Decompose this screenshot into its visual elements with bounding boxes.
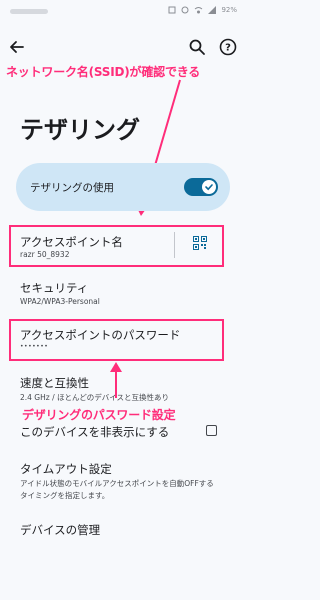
status-bar: 92% xyxy=(0,0,245,24)
tethering-toggle-card[interactable]: テザリングの使用 xyxy=(16,163,230,211)
mute-icon xyxy=(181,6,189,14)
qr-code-icon[interactable] xyxy=(193,236,207,250)
check-icon xyxy=(205,184,213,191)
annotation-password: デザリングのパスワード設定 xyxy=(22,408,176,422)
tethering-switch[interactable] xyxy=(184,178,218,196)
status-icons: 92% xyxy=(168,6,237,14)
battery-percent: 92% xyxy=(221,6,237,14)
arrow-back-icon[interactable] xyxy=(8,38,26,56)
password-value: ••••••• xyxy=(20,343,49,350)
hotspot-status-icon xyxy=(195,7,203,14)
timeout-value-line1: アイドル状態のモバイルアクセスポイントを自動OFFする xyxy=(20,479,214,488)
hotspot-name-title[interactable]: アクセスポイント名 xyxy=(20,234,123,250)
speed-title[interactable]: 速度と互換性 xyxy=(20,375,89,391)
security-title[interactable]: セキュリティ xyxy=(20,280,88,296)
password-title[interactable]: アクセスポイントのパスワード xyxy=(20,327,180,343)
timeout-title[interactable]: タイムアウト設定 xyxy=(20,461,112,477)
switch-knob xyxy=(202,180,216,194)
hide-device-title[interactable]: このデバイスを非表示にする xyxy=(20,424,169,440)
signal-icon xyxy=(208,6,217,14)
help-icon[interactable]: ? xyxy=(219,38,237,56)
hide-device-checkbox[interactable] xyxy=(206,425,217,436)
page-title: テザリング xyxy=(20,116,140,144)
status-notifications xyxy=(10,9,48,14)
timeout-value-line2: タイミングを指定します。 xyxy=(20,491,110,500)
security-value: WPA2/WPA3-Personal xyxy=(20,297,100,306)
device-management-title[interactable]: デバイスの管理 xyxy=(20,522,100,538)
search-icon[interactable] xyxy=(188,38,206,56)
svg-text:?: ? xyxy=(225,43,231,54)
annotation-arrow-mid xyxy=(110,362,122,398)
speed-value: 2.4 GHz / ほとんどのデバイスと互換性あり xyxy=(20,393,170,402)
hotspot-name-value: razr 50_8932 xyxy=(20,250,70,259)
divider xyxy=(174,232,175,258)
alarm-icon xyxy=(168,6,176,14)
tethering-toggle-label: テザリングの使用 xyxy=(30,182,114,194)
